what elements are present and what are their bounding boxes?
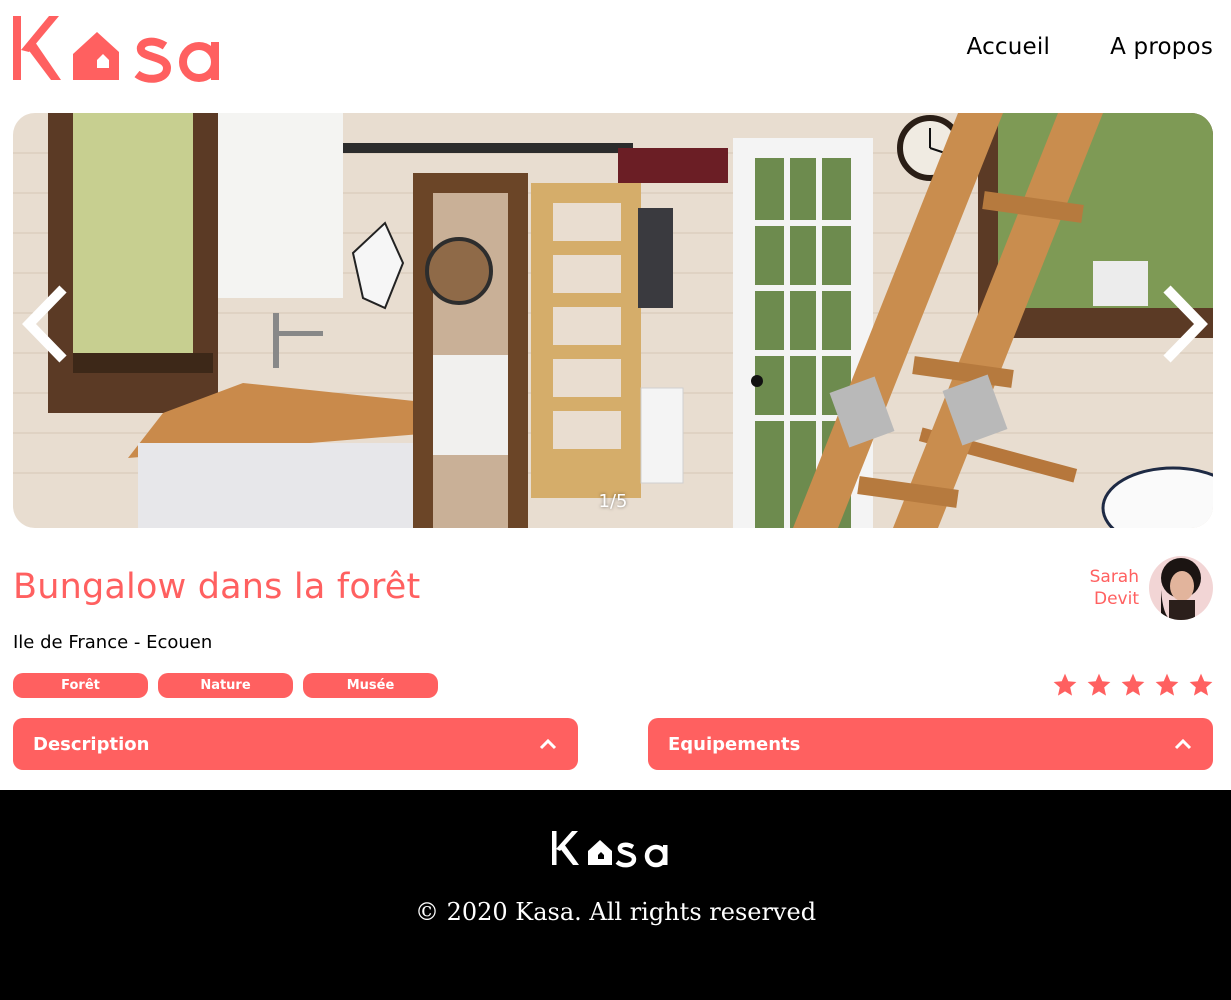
star-icon — [1053, 673, 1077, 696]
description-collapse[interactable]: Description — [13, 718, 578, 770]
nav-accueil[interactable]: Accueil — [967, 34, 1051, 60]
star-icon — [1087, 673, 1111, 696]
nav-a-propos[interactable]: A propos — [1110, 34, 1213, 60]
chevron-right-icon[interactable] — [1157, 283, 1213, 365]
equipments-label: Equipements — [668, 733, 801, 755]
photo-gallery: 1/5 — [13, 113, 1213, 528]
chevron-up-icon[interactable] — [1173, 737, 1193, 751]
listing-location: Ile de France - Ecouen — [13, 632, 213, 653]
gallery-photo — [13, 113, 1213, 528]
chevron-left-icon[interactable] — [19, 283, 75, 365]
gallery-counter: 1/5 — [598, 491, 628, 512]
host-last-name: Devit — [1094, 589, 1139, 609]
star-icon — [1155, 673, 1179, 696]
copyright-text: © 2020 Kasa. All rights reserved — [414, 898, 817, 926]
star-icon — [1189, 673, 1213, 696]
host-info: Sarah Devit — [1090, 556, 1213, 620]
rating-stars — [1052, 672, 1214, 698]
tag: Musée — [303, 673, 438, 698]
description-label: Description — [33, 733, 150, 755]
tag-list: Forêt Nature Musée — [13, 673, 438, 698]
kasa-logo-footer — [552, 831, 668, 868]
host-name: Sarah Devit — [1090, 566, 1139, 610]
equipments-collapse[interactable]: Equipements — [648, 718, 1213, 770]
star-icon — [1121, 673, 1145, 696]
kasa-logo[interactable] — [11, 10, 227, 86]
tag: Forêt — [13, 673, 148, 698]
host-first-name: Sarah — [1089, 567, 1139, 587]
tag: Nature — [158, 673, 293, 698]
avatar — [1149, 556, 1213, 620]
chevron-up-icon[interactable] — [538, 737, 558, 751]
main-nav: Accueil A propos — [967, 34, 1213, 60]
listing-title: Bungalow dans la forêt — [13, 567, 421, 607]
header: Accueil A propos — [0, 0, 1231, 113]
footer: © 2020 Kasa. All rights reserved — [0, 790, 1231, 1000]
